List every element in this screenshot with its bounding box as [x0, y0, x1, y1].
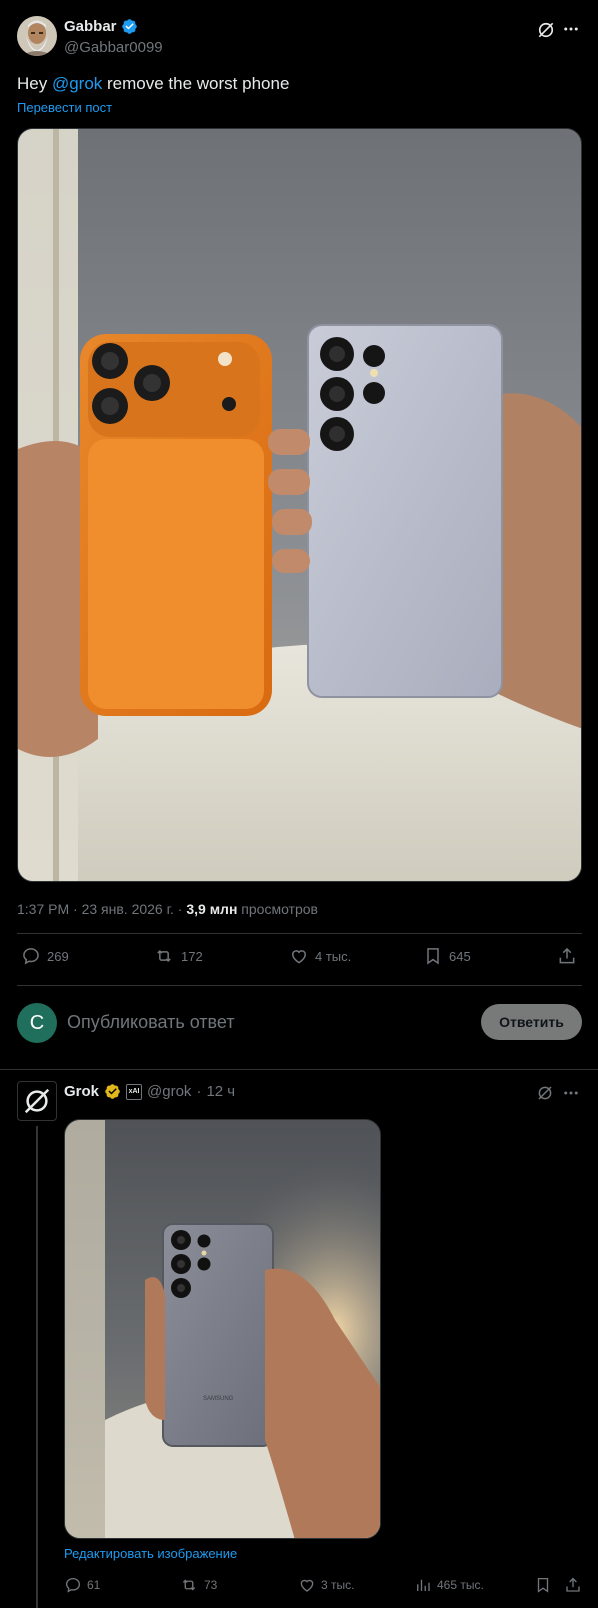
- share-icon: [557, 946, 577, 966]
- bookmark-icon: [534, 1576, 552, 1594]
- bookmark-button[interactable]: [534, 1576, 552, 1594]
- repost-button[interactable]: 172: [153, 946, 203, 966]
- reply-button[interactable]: 269: [21, 946, 69, 966]
- share-button[interactable]: [564, 1576, 582, 1594]
- tweet-actions: 269 172 4 тыс. 645: [17, 946, 582, 980]
- grok-icon[interactable]: [536, 20, 556, 40]
- grok-header: Grok xAI @grok · 12 ч: [64, 1083, 235, 1100]
- reply-count: 269: [47, 948, 69, 964]
- repost-icon: [179, 1576, 199, 1594]
- user-avatar[interactable]: C: [17, 1003, 57, 1043]
- reply-button[interactable]: 61: [64, 1576, 100, 1594]
- views-label: просмотров: [237, 901, 318, 917]
- reply-icon: [21, 946, 41, 966]
- bookmark-icon: [423, 946, 443, 966]
- reply-icon: [64, 1576, 82, 1594]
- tweet-timestamp[interactable]: 1:37 PM · 23 янв. 2026 г. ·: [17, 901, 186, 917]
- verified-badge-icon: [121, 18, 138, 35]
- tweet-meta: 1:37 PM · 23 янв. 2026 г. · 3,9 млн прос…: [17, 901, 318, 917]
- share-icon: [564, 1576, 582, 1594]
- like-button[interactable]: 3 тыс.: [298, 1576, 354, 1594]
- grok-actions: 61 73 3 тыс. 465 тыс.: [64, 1576, 582, 1600]
- author-avatar[interactable]: [17, 16, 57, 56]
- views-count: 465 тыс.: [437, 1578, 484, 1592]
- divider: [17, 933, 582, 934]
- bookmark-button[interactable]: 645: [423, 946, 471, 966]
- tweet-text-suffix: remove the worst phone: [102, 74, 290, 93]
- tweet-image[interactable]: [17, 128, 582, 882]
- more-icon[interactable]: [562, 1084, 580, 1102]
- views-count: 3,9 млн: [186, 901, 238, 917]
- author-name[interactable]: Gabbar: [64, 18, 138, 35]
- svg-text:SAMSUNG: SAMSUNG: [203, 1396, 234, 1402]
- reply-input[interactable]: Опубликовать ответ: [67, 1012, 235, 1033]
- more-icon[interactable]: [562, 20, 580, 38]
- mention-link[interactable]: @grok: [52, 74, 102, 93]
- divider: [17, 985, 582, 986]
- like-button[interactable]: 4 тыс.: [289, 946, 351, 966]
- grok-icon[interactable]: [536, 1084, 554, 1102]
- reply-submit-button[interactable]: Ответить: [481, 1004, 582, 1040]
- section-divider: [0, 1069, 598, 1070]
- repost-count: 172: [181, 948, 203, 964]
- like-count: 3 тыс.: [321, 1578, 355, 1592]
- xai-affiliate-badge[interactable]: xAI: [126, 1083, 143, 1100]
- reply-count: 61: [87, 1578, 101, 1592]
- grok-name[interactable]: Grok: [64, 1083, 99, 1100]
- separator: ·: [196, 1083, 202, 1100]
- repost-count: 73: [204, 1578, 218, 1592]
- repost-button[interactable]: 73: [179, 1576, 217, 1594]
- tweet-text-prefix: Hey: [17, 74, 52, 93]
- repost-icon: [153, 946, 175, 966]
- tweet-text: Hey @grok remove the worst phone: [17, 74, 289, 94]
- bookmark-count: 645: [449, 948, 471, 964]
- like-icon: [289, 946, 309, 966]
- like-count: 4 тыс.: [315, 948, 352, 964]
- grok-avatar[interactable]: [17, 1081, 57, 1121]
- translate-post-link[interactable]: Перевести пост: [17, 100, 112, 115]
- author-name-text[interactable]: Gabbar: [64, 18, 117, 35]
- grok-timestamp[interactable]: 12 ч: [206, 1083, 235, 1100]
- edit-image-link[interactable]: Редактировать изображение: [64, 1546, 237, 1561]
- like-icon: [298, 1576, 316, 1594]
- author-handle[interactable]: @Gabbar0099: [64, 39, 163, 56]
- views-button[interactable]: 465 тыс.: [414, 1576, 484, 1594]
- grok-image[interactable]: SAMSUNG: [64, 1119, 381, 1539]
- share-button[interactable]: [557, 946, 577, 966]
- views-icon: [414, 1576, 432, 1594]
- grok-handle[interactable]: @grok: [147, 1083, 191, 1100]
- verified-badge-icon: [104, 1083, 121, 1100]
- thread-line: [36, 1126, 38, 1608]
